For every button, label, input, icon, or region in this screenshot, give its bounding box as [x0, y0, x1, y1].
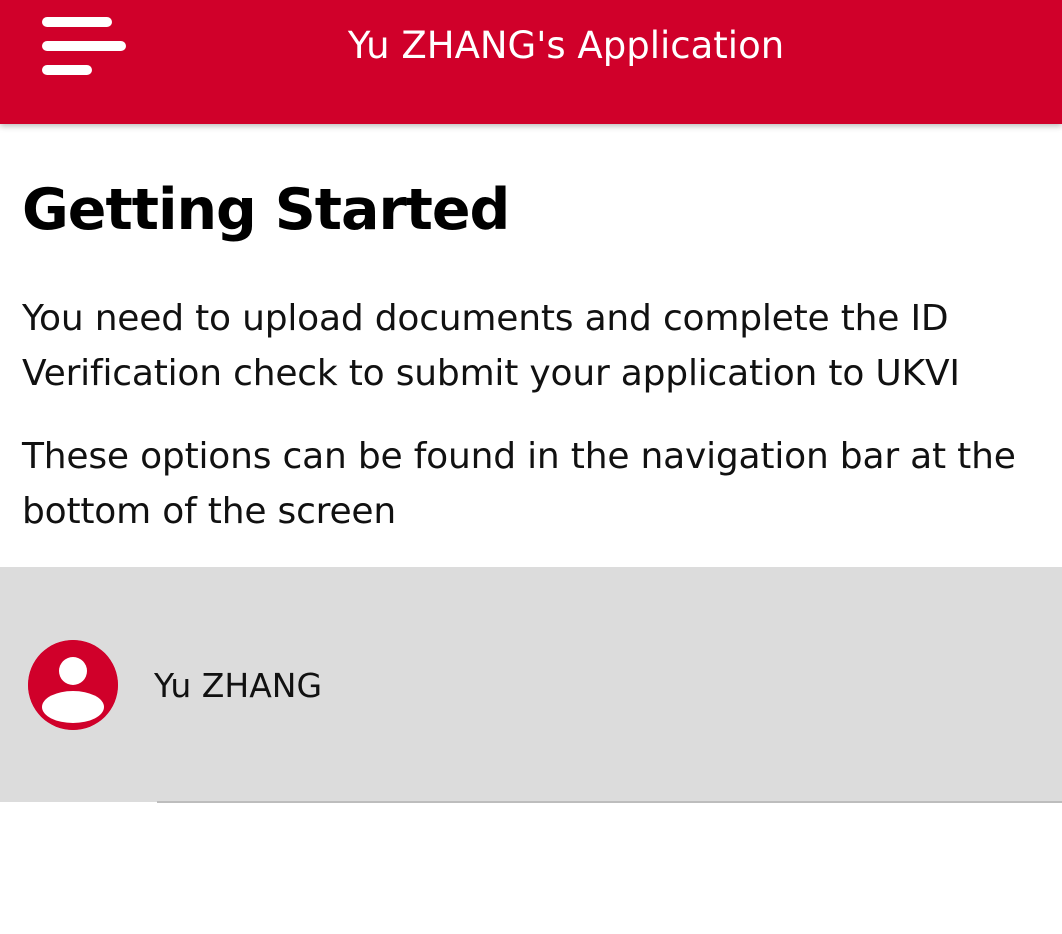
app-header: Yu ZHANG's Application — [0, 0, 1062, 124]
avatar[interactable] — [28, 640, 118, 730]
profile-divider — [157, 801, 1062, 803]
page-title: Getting Started — [22, 177, 510, 243]
user-avatar-icon — [28, 640, 118, 730]
instruction-paragraph: You need to upload documents and complet… — [22, 298, 960, 394]
profile-name[interactable]: Yu ZHANG — [154, 662, 322, 710]
navigation-hint-paragraph: These options can be found in the naviga… — [22, 436, 1016, 532]
app-title: Yu ZHANG's Application — [347, 24, 785, 67]
